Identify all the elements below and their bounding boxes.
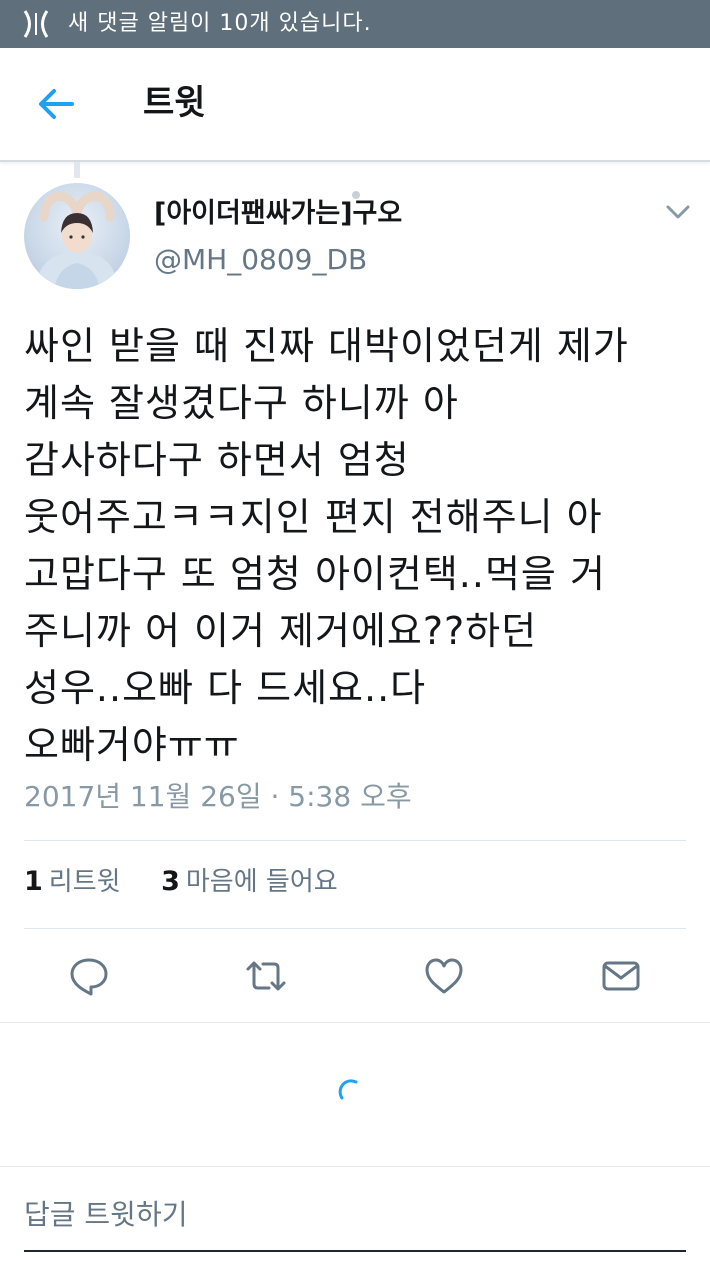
reply-icon[interactable] bbox=[68, 955, 110, 997]
tweet-text-line: 고맙다구 또 엄청 아이컨택..먹을 거 bbox=[24, 552, 606, 596]
retweet-label: 리트윗 bbox=[48, 867, 121, 897]
tweet-text-line: 싸인 받을 때 진짜 대박이었던게 제가 bbox=[24, 324, 629, 368]
chevron-down-icon[interactable] bbox=[664, 202, 692, 222]
like-label: 마음에 들어요 bbox=[185, 867, 338, 897]
reply-input[interactable]: 답글 트윗하기 bbox=[24, 1180, 686, 1252]
user-handle[interactable]: @MH_0809_DB bbox=[154, 240, 367, 280]
tweet-text-line: 감사하다구 하면서 엄청 bbox=[24, 438, 410, 482]
retweet-count: 1 bbox=[24, 866, 43, 897]
page-title: 트윗 bbox=[143, 83, 206, 123]
heart-icon[interactable] bbox=[423, 955, 465, 997]
notification-text: 새 댓글 알림이 10개 있습니다. bbox=[68, 11, 372, 36]
divider bbox=[24, 928, 686, 929]
notification-bar[interactable]: 새 댓글 알림이 10개 있습니다. bbox=[0, 0, 710, 48]
tweet-text-line: 웃어주고ㅋㅋ지인 편지 전해주니 아 bbox=[24, 495, 603, 539]
divider bbox=[24, 840, 686, 841]
tweet-text-line: 오빠거야ㅠㅠ bbox=[24, 723, 240, 767]
like-count: 3 bbox=[161, 866, 180, 897]
divider bbox=[0, 1022, 710, 1023]
app-header: 트윗 bbox=[0, 48, 710, 162]
loading-spinner-icon bbox=[338, 1079, 358, 1100]
reply-placeholder: 답글 트윗하기 bbox=[24, 1198, 188, 1231]
divider bbox=[0, 1166, 710, 1167]
like-stat[interactable]: 3 마음에 들어요 bbox=[153, 866, 338, 897]
app-logo-icon bbox=[23, 10, 49, 38]
thread-connector-line bbox=[74, 162, 80, 178]
retweet-icon[interactable] bbox=[245, 955, 287, 997]
tweet-text-line: 계속 잘생겼다구 하니까 아 bbox=[24, 381, 459, 425]
tweet-timestamp: 2017년 11월 26일 · 5:38 오후 bbox=[24, 780, 412, 813]
tweet-stats: 1 리트윗 3 마음에 들어요 bbox=[24, 860, 338, 904]
retweet-stat[interactable]: 1 리트윗 bbox=[24, 866, 129, 897]
avatar[interactable] bbox=[24, 183, 130, 289]
mail-icon[interactable] bbox=[600, 955, 642, 997]
tweet-text-line: 주니까 어 이거 제거에요??하던 bbox=[24, 609, 538, 653]
arrow-left-icon[interactable] bbox=[36, 86, 76, 122]
tweet-text-line: 성우..오빠 다 드세요..다 bbox=[24, 666, 427, 710]
display-name[interactable]: [아이더팬싸가는]구오 bbox=[154, 194, 402, 234]
avatar-image bbox=[24, 183, 130, 289]
